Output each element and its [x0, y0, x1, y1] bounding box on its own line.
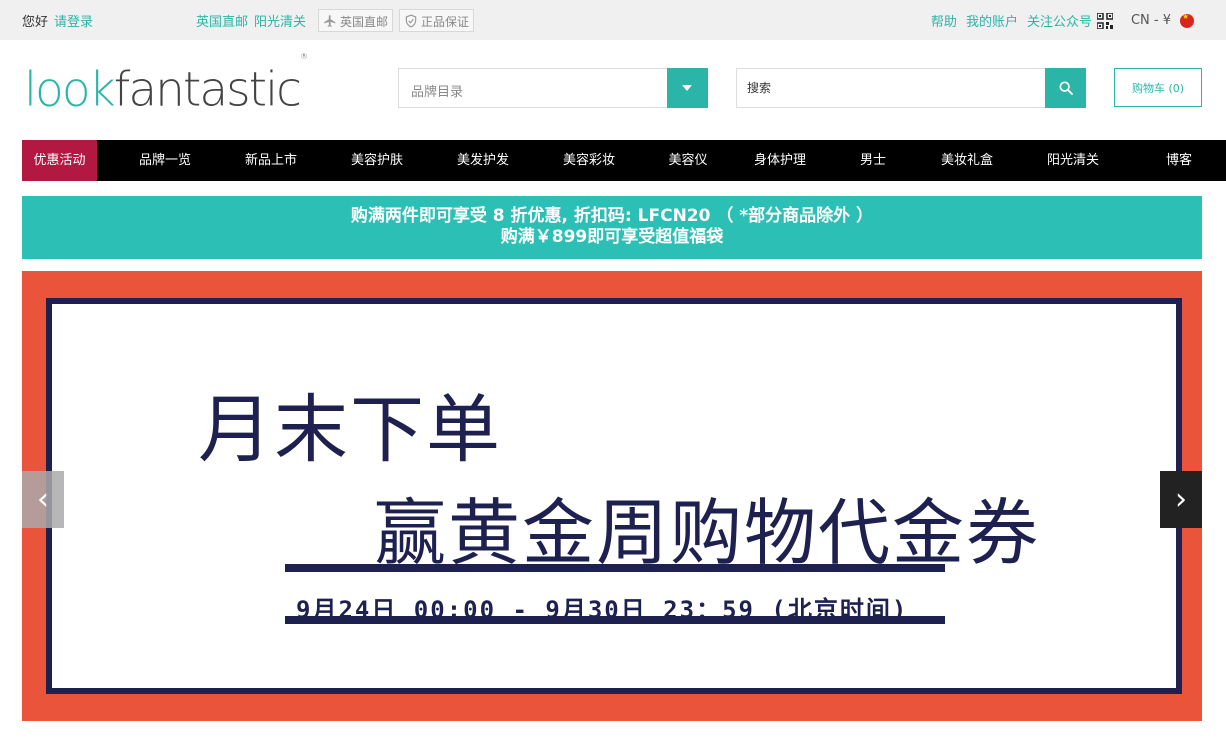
nav-item-new-arrivals[interactable]: 新品上市	[233, 140, 309, 181]
search-icon	[1059, 81, 1073, 95]
nav-item-brands[interactable]: 品牌一览	[97, 140, 233, 181]
genuine-badge: 正品保证	[399, 9, 475, 32]
shield-icon	[405, 14, 417, 28]
chevron-down-icon[interactable]	[667, 68, 708, 108]
chevron-right-icon: ›	[1175, 482, 1187, 517]
qr-code-icon[interactable]	[1096, 12, 1113, 29]
hero-divider-top	[285, 564, 945, 572]
nav-item-blog[interactable]: 博客	[1117, 140, 1226, 181]
hero-banner[interactable]: 月末下单 赢黄金周购物代金券 9月24日 00:00 - 9月30日 23：59…	[22, 271, 1202, 721]
greeting-text: 您好	[22, 15, 49, 30]
site-logo[interactable]: lookfantastic®	[24, 52, 308, 115]
uk-direct-badge: 英国直邮	[318, 9, 394, 32]
genuine-badge-label: 正品保证	[421, 15, 470, 29]
main-nav: 优惠活动 品牌一览 新品上市 美容护肤 美发护发 美容彩妆 美容仪 身体护理 男…	[22, 140, 1226, 181]
carousel-next-button[interactable]: ›	[1160, 471, 1202, 528]
nav-item-promotions[interactable]: 优惠活动	[22, 140, 97, 181]
region-currency-selector[interactable]: CN - ¥	[1122, 12, 1194, 28]
search-input[interactable]	[737, 69, 1045, 107]
hero-card: 月末下单 赢黄金周购物代金券 9月24日 00:00 - 9月30日 23：59…	[46, 298, 1182, 694]
chevron-left-icon: ‹	[37, 482, 49, 517]
follow-wechat-link[interactable]: 关注公众号	[1027, 11, 1092, 30]
hero-headline-1: 月末下单	[198, 387, 502, 473]
logo-look: look	[24, 62, 116, 118]
promo-banner[interactable]: 购满两件即可享受 8 折优惠, 折扣码: LFCN20 （ *部分商品除外 ） …	[22, 196, 1202, 259]
nav-item-beauty-devices[interactable]: 美容仪	[657, 140, 719, 181]
china-flag-icon	[1180, 12, 1194, 28]
hero-divider-bottom	[285, 616, 945, 624]
my-account-link[interactable]: 我的账户	[966, 11, 1018, 30]
uk-direct-badge-label: 英国直邮	[340, 15, 389, 29]
brand-directory-select[interactable]: 品牌目录	[398, 68, 708, 108]
nav-item-skincare[interactable]: 美容护肤	[309, 140, 445, 181]
nav-item-customs[interactable]: 阳光清关	[1029, 140, 1117, 181]
account-links: 帮助 我的账户 关注公众号 CN - ¥	[922, 11, 1194, 30]
nav-item-makeup[interactable]: 美容彩妆	[521, 140, 657, 181]
nav-item-gift-sets[interactable]: 美妆礼盒	[905, 140, 1029, 181]
service-links: 英国直邮 阳光清关	[196, 11, 312, 30]
logo-fantastic: fantastic	[113, 62, 302, 118]
region-currency-label: CN - ¥	[1130, 13, 1171, 28]
logo-registered-mark: ®	[299, 52, 308, 61]
promo-line-2: 购满￥899即可享受超值福袋	[500, 227, 724, 247]
help-link[interactable]: 帮助	[931, 11, 957, 30]
promo-line-1: 购满两件即可享受 8 折优惠, 折扣码: LFCN20 （ *部分商品除外 ）	[350, 206, 874, 226]
search-box	[736, 68, 1086, 108]
cart-button[interactable]: 购物车 (0)	[1114, 68, 1202, 107]
search-button[interactable]	[1045, 68, 1086, 108]
brand-directory-placeholder: 品牌目录	[411, 85, 464, 100]
greeting-area: 您好 请登录	[22, 11, 93, 30]
nav-item-body-care[interactable]: 身体护理	[719, 140, 841, 181]
top-bar: 您好 请登录 英国直邮 阳光清关 英国直邮 正品保证 帮助 我的账户 关注公众号 C…	[0, 0, 1226, 40]
uk-direct-link[interactable]: 英国直邮	[196, 15, 248, 30]
login-link[interactable]: 请登录	[54, 15, 93, 30]
customs-clearance-link[interactable]: 阳光清关	[254, 15, 306, 30]
nav-item-haircare[interactable]: 美发护发	[445, 140, 521, 181]
plane-icon	[324, 15, 336, 27]
nav-item-men[interactable]: 男士	[841, 140, 905, 181]
carousel-prev-button[interactable]: ‹	[22, 471, 64, 528]
